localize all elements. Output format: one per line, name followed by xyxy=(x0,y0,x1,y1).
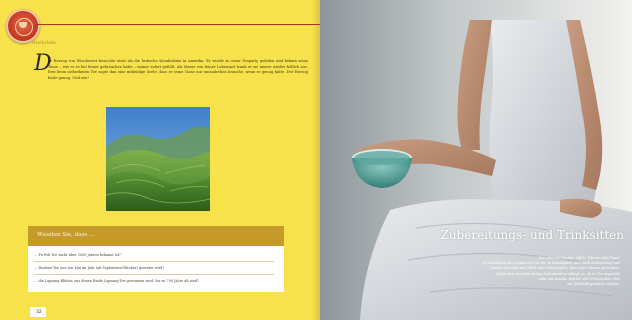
section-heading: Zubereitungs- und Trinksitten xyxy=(440,228,624,242)
magazine-spread: Anekdote D er Herzog von Winchester besu… xyxy=(0,0,632,320)
anecdote-text: er Herzog von Winchester besuchte einst … xyxy=(48,59,308,80)
right-page-photo: Zubereitungs- und Trinksitten Pur oder m… xyxy=(320,0,632,320)
section-text: Pur oder mit Zucker, Milch, Zitrone oder… xyxy=(420,256,620,287)
fact-item: … Pu-Erh-Tee mehr über 3000 Jahren bekan… xyxy=(34,253,121,257)
section-label: Anekdote xyxy=(32,40,56,46)
gutter-shadow xyxy=(312,0,320,320)
tea-plantation-photo xyxy=(106,107,210,211)
left-page: Anekdote D er Herzog von Winchester besu… xyxy=(0,0,320,320)
fact-divider xyxy=(34,261,274,262)
tea-emblem-icon xyxy=(6,9,40,43)
fact-divider xyxy=(34,274,274,275)
page-number: 32 xyxy=(36,310,42,315)
fact-box-title: Wussten Sie, dass … xyxy=(37,232,95,238)
fact-box-header: Wussten Sie, dass … xyxy=(28,226,284,246)
section-text-line: mit Süßstoff genießen möchte. xyxy=(567,282,620,287)
fact-box: Wussten Sie, dass … … Pu-Erh-Tee mehr üb… xyxy=(28,226,284,292)
fact-item: … die Lapsang-Blätter, aus denen Rinde L… xyxy=(34,279,199,283)
fact-item: … Rooibos-Tee nur von Mai im Jahr (ab Se… xyxy=(34,266,165,270)
